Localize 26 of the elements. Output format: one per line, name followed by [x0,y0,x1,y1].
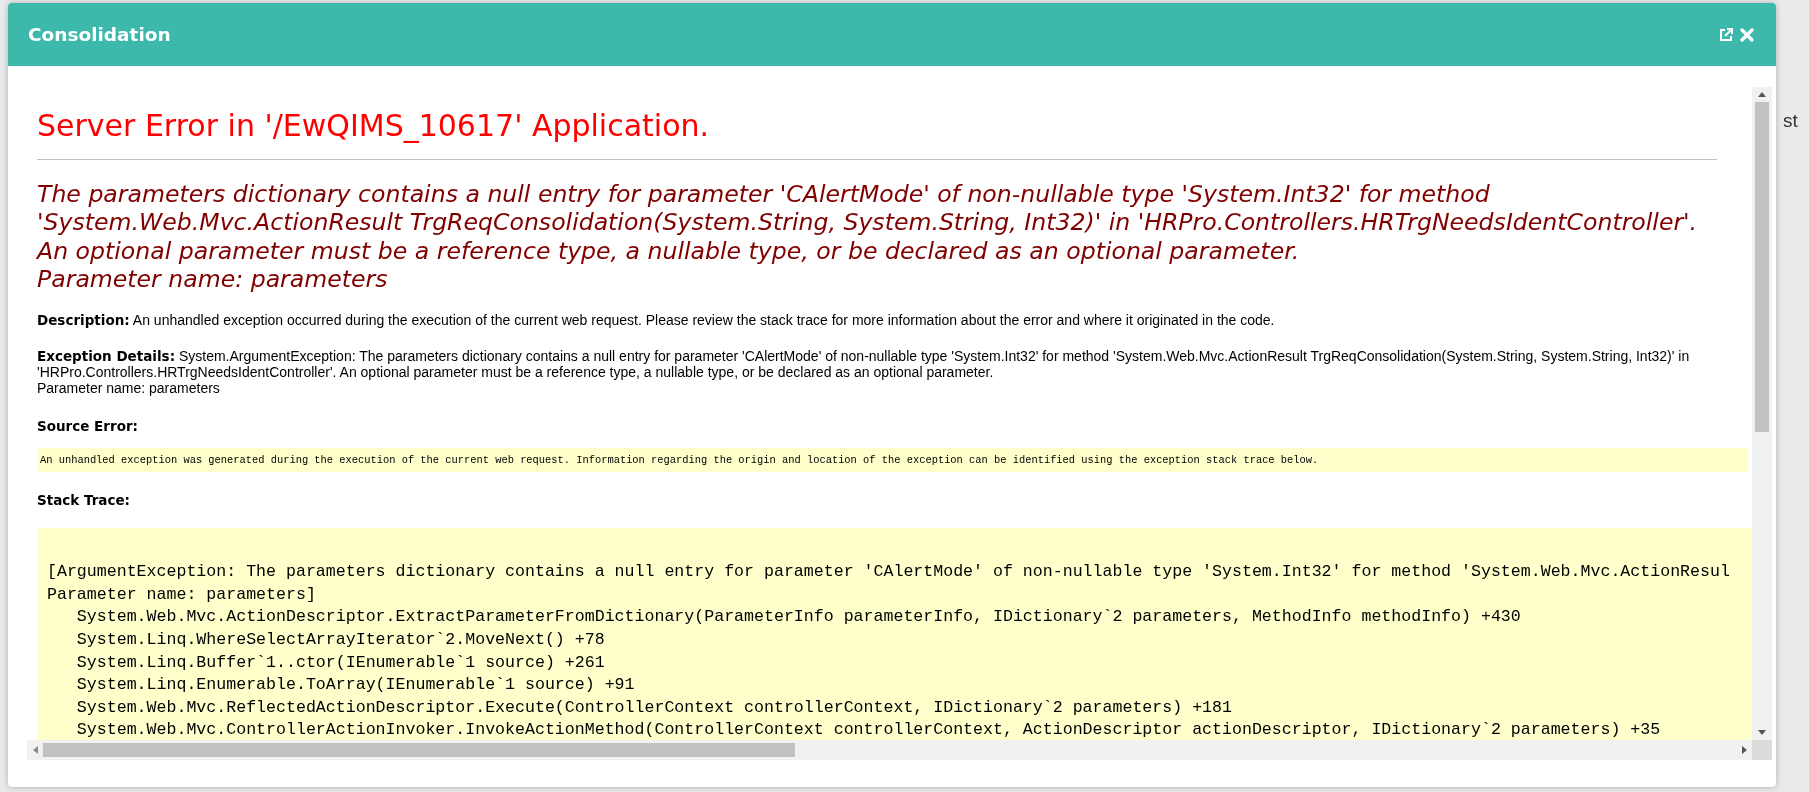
stack-trace-line: System.Linq.Buffer`1..ctor(IEnumerable`1 source) +261 [75,651,605,674]
stack-trace-label: Stack Trace: [37,492,131,509]
background-page-text: st [1783,110,1798,132]
stack-trace-line: System.Linq.WhereSelectArrayIterator`2.MoveNext() +78 [75,628,605,651]
close-icon[interactable] [1740,27,1754,42]
horizontal-scrollbar[interactable] [27,740,1772,760]
stack-trace-line: Parameter name: parameters] [47,583,316,606]
scrollbar-corner [1752,740,1772,760]
external-link-icon[interactable] [1719,27,1733,42]
exception-details-text: Exception Details: System.ArgumentException: The parameters dictionary contains a null entry for parameter 'CAlertMode' of non-nullable type 'System.Int32' for method 'System.Web.Mvc.ActionResult TrgReqConsolidation(System.String, System.String, Int32)' in 'HRPro.Controllers.HRTrgNeedsIdentController'. An optional parameter must be a reference type, a nullable type, or be declared as an optional parameter. Parameter name: parameters [37,348,1691,397]
stack-trace-line: System.Web.Mvc.ControllerActionInvoker.InvokeActionMethod(ControllerContext controllerContext, ActionDescriptor actionDescriptor, IDictionary`2 parameters) +35 [75,719,1661,740]
source-error-code: An unhandled exception was generated during the execution of the current web request. Information regarding the origin and location of the exception can be identified using the exception stack trace below. [37,448,1748,473]
description-text: Description: An unhandled exception occurred during the execution of the current web request. Please review the stack trace for more information about the error and where it originated in the code. [37,312,1276,329]
vertical-scrollbar[interactable] [1752,87,1772,740]
source-error-label: Source Error: [37,418,138,435]
stack-trace-line: System.Web.Mvc.ActionDescriptor.ExtractParameterFromDictionary(ParameterInfo parameterInfo, IDictionary`2 parameters, MethodInfo methodInfo) +430 [75,606,1521,629]
error-heading: Server Error in '/EwQIMS_10617' Application. [37,109,711,143]
stack-trace-line: System.Linq.Enumerable.ToArray(IEnumerable`1 source) +91 [75,674,635,697]
dialog-title: Consolidation [28,24,171,45]
scroll-right-icon[interactable] [1742,746,1747,754]
scroll-down-icon[interactable] [1758,730,1766,735]
scroll-up-icon[interactable] [1758,92,1766,97]
stack-trace-line: [ArgumentException: The parameters dictionary contains a null entry for parameter 'CAlertMode' of non-nullable type 'System.Int32' for method 'System.Web.Mvc.ActionResul [47,561,1730,584]
error-message: The parameters dictionary contains a null entry for parameter 'CAlertMode' of non-nullable type 'System.Int32' for method 'System.Web.Mvc.ActionResult TrgReqConsolidation(System.String, System.String, Int32)' in 'HRPro.Controllers.HRTrgNeedsIdentController'. An optional parameter must be a reference type, a nullable type, or be declared as an optional parameter. Parameter name: parameters [37,180,1699,294]
scroll-left-icon[interactable] [33,746,38,754]
stack-trace-line: System.Web.Mvc.ReflectedActionDescriptor.Execute(ControllerContext controllerContext, IDictionary`2 parameters) +181 [75,696,1232,719]
